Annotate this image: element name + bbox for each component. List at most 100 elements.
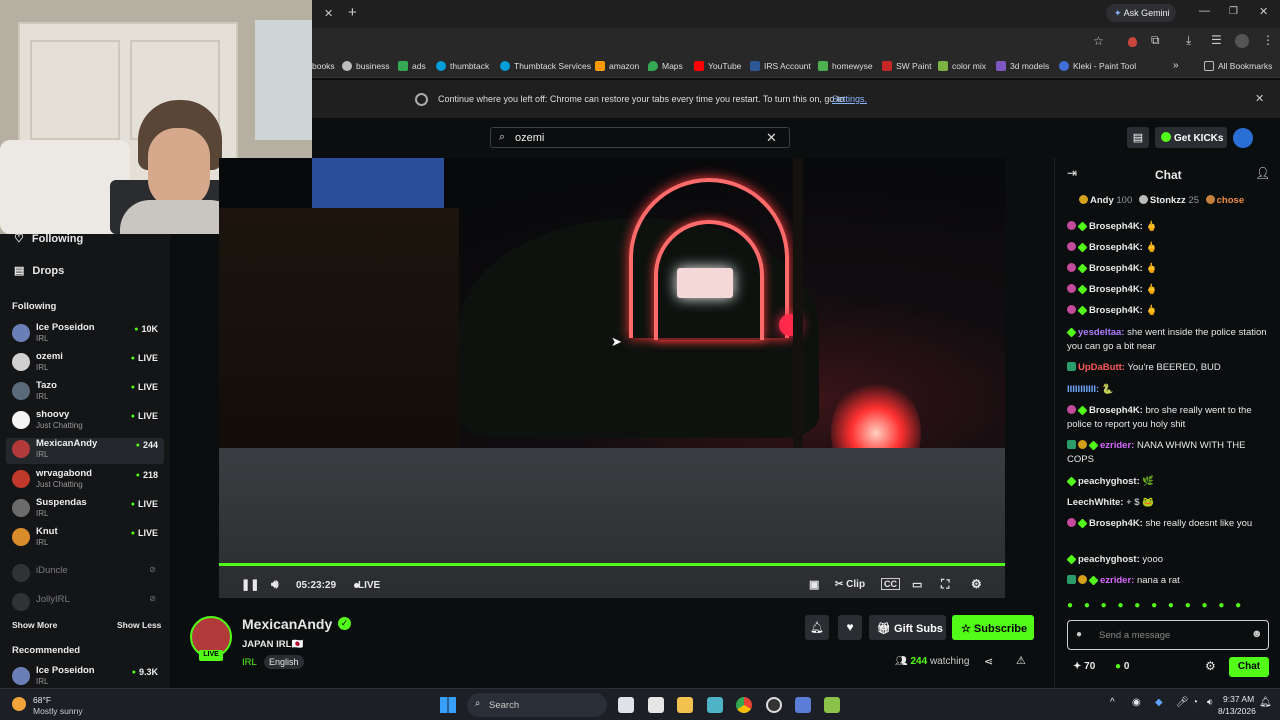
fullscreen-icon[interactable]: ⛶ — [941, 577, 949, 592]
windows-start-icon[interactable] — [440, 697, 456, 713]
tray-app-icon[interactable]: ◆ — [1155, 697, 1163, 708]
task-view-icon[interactable] — [618, 697, 634, 713]
sidebar-channel-ice-poseidon[interactable]: Ice Poseidon IRL 10K — [10, 322, 160, 348]
bookmark-thumbtack-services[interactable]: Thumbtack Services — [500, 61, 591, 71]
extension-red-icon[interactable] — [1128, 37, 1137, 47]
layout-toggle-button[interactable]: ▤ — [1127, 127, 1149, 148]
search-box[interactable]: ⌕ ozemi ✕ — [490, 127, 790, 148]
gift-subs-button[interactable]: 🎁︎ Gift Subs — [869, 615, 946, 640]
report-icon[interactable]: ⚠ — [1016, 654, 1026, 667]
bookmark-homewyse[interactable]: homewyse — [818, 61, 873, 71]
video-player[interactable]: ➤ — [219, 158, 1005, 598]
chrome-icon[interactable] — [736, 697, 752, 713]
sidebar-channel-ozemi[interactable]: ozemi IRL LIVE — [10, 351, 160, 377]
new-tab-button[interactable]: + — [348, 4, 357, 21]
chat-settings-icon[interactable]: ⚙ — [1205, 659, 1216, 673]
notification-bell-button[interactable]: 🔔︎ — [805, 615, 829, 640]
sidebar-channel-jollyirl[interactable]: JollyIRL ⊘ — [10, 591, 160, 617]
kicks-balance[interactable]: ● 0 — [1115, 661, 1129, 672]
wifi-icon[interactable]: ◔ — [1192, 697, 1198, 708]
tray-overflow-icon[interactable]: ^ — [1110, 697, 1115, 708]
emoji-icon[interactable]: ☻ — [1251, 628, 1263, 640]
share-icon[interactable]: ⋖ — [984, 655, 993, 668]
profile-avatar[interactable] — [1235, 34, 1249, 48]
clear-search-icon[interactable]: ✕ — [766, 130, 777, 146]
bookmark-color-mix[interactable]: color mix — [938, 61, 986, 71]
chat-send-button[interactable]: Chat — [1229, 657, 1269, 677]
bookmark-kleki[interactable]: Kleki - Paint Tool — [1059, 61, 1136, 71]
weather-temp[interactable]: 68°F — [33, 695, 51, 705]
bookmark-irs-account[interactable]: IRS Account — [750, 61, 811, 71]
app-icon[interactable] — [707, 697, 723, 713]
bookmark-books[interactable]: books — [312, 61, 335, 71]
bookmark-business[interactable]: business — [342, 61, 390, 71]
clock-time[interactable]: 9:37 AM — [1223, 694, 1254, 704]
bookmark-maps[interactable]: Maps — [648, 61, 683, 71]
clock-date[interactable]: 8/13/2026 — [1218, 706, 1256, 716]
bookmarks-overflow-icon[interactable]: » — [1173, 60, 1179, 71]
obs-icon[interactable] — [766, 697, 782, 713]
get-kicks-button[interactable]: Get KICKs — [1155, 127, 1227, 148]
bookmark-amazon[interactable]: amazon — [595, 61, 639, 71]
tray-app-icon[interactable]: ◉ — [1132, 697, 1141, 708]
reading-list-icon[interactable]: ☰ — [1211, 33, 1222, 47]
bookmark-youtube[interactable]: YouTube — [694, 61, 741, 71]
chat-input-box[interactable]: ● Send a message ☻ — [1067, 620, 1269, 650]
show-more-button[interactable]: Show More — [12, 620, 57, 630]
taskbar-search[interactable]: ⌕ Search — [467, 693, 607, 717]
file-explorer-icon[interactable] — [677, 697, 693, 713]
close-banner-icon[interactable]: ✕ — [1255, 92, 1264, 105]
sidebar-channel-suspendas[interactable]: Suspendas IRL LIVE — [10, 497, 160, 523]
ask-gemini-button[interactable]: ✦ Ask Gemini — [1106, 4, 1176, 22]
collapse-chat-icon[interactable]: ⇥ — [1067, 166, 1077, 180]
live-label[interactable]: LIVE — [358, 580, 380, 591]
theater-mode-icon[interactable]: ▣ — [809, 578, 819, 591]
notepad-icon[interactable] — [648, 697, 664, 713]
weather-icon[interactable] — [12, 697, 26, 711]
sidebar-channel-iduncle[interactable]: iDuncle ⊘ — [10, 562, 160, 588]
settings-link[interactable]: Settings. — [832, 94, 867, 104]
follow-heart-button[interactable]: ♥ — [838, 615, 862, 640]
captions-icon[interactable]: CC — [881, 578, 900, 590]
bookmark-thumbtack[interactable]: thumbtack — [436, 61, 489, 71]
volume-icon[interactable]: 🔊︎ — [271, 577, 279, 592]
bookmark-star-icon[interactable]: ☆ — [1093, 34, 1104, 48]
calculator-icon[interactable] — [795, 697, 811, 713]
sidebar-nav-drops[interactable]: ▤ Drops — [14, 264, 64, 277]
bookmark-sw-paint[interactable]: SW Paint — [882, 61, 931, 71]
stack-app-icon[interactable] — [824, 697, 840, 713]
sidebar-channel-mexicanandy[interactable]: MexicanAndy IRL 244 — [6, 438, 164, 464]
restore-icon[interactable]: ❐ — [1229, 6, 1238, 17]
chat-message-input[interactable]: Send a message — [1099, 630, 1170, 641]
sidebar-channel-wrvagabond[interactable]: wrvagabond Just Chatting 218 — [10, 468, 160, 494]
notifications-icon[interactable]: 🔔︎ — [1259, 697, 1272, 708]
language-tag[interactable]: English — [264, 655, 304, 669]
download-icon[interactable]: ⤓ — [1186, 33, 1191, 48]
search-input[interactable]: ozemi — [515, 132, 544, 144]
settings-gear-icon[interactable]: ⚙ — [971, 577, 982, 591]
sidebar-channel-tazo[interactable]: Tazo IRL LIVE — [10, 380, 160, 406]
pause-icon[interactable]: ❚❚ — [241, 578, 259, 591]
channel-points[interactable]: ✦ 70 — [1073, 661, 1095, 672]
chat-identity-icon[interactable]: ● — [1076, 629, 1082, 640]
clip-button[interactable]: ✂ Clip — [835, 579, 865, 590]
close-window-icon[interactable]: ✕ — [1259, 5, 1268, 18]
volume-tray-icon[interactable]: 🔉︎ — [1207, 697, 1213, 708]
show-less-button[interactable]: Show Less — [117, 620, 161, 630]
minimize-icon[interactable]: — — [1199, 5, 1210, 17]
streamer-name[interactable]: MexicanAndy — [242, 616, 332, 632]
chat-users-icon[interactable]: 👤︎ — [1255, 166, 1270, 180]
chrome-menu-icon[interactable]: ⋮ — [1262, 33, 1274, 47]
bookmark-ads[interactable]: ads — [398, 61, 426, 71]
microphone-icon[interactable]: 🎤︎ — [1176, 697, 1189, 708]
all-bookmarks-button[interactable]: All Bookmarks — [1204, 61, 1272, 71]
sidebar-channel-shoovy[interactable]: shoovy Just Chatting LIVE — [10, 409, 160, 435]
subscribe-button[interactable]: ☆ Subscribe — [952, 615, 1034, 640]
extensions-puzzle-icon[interactable]: ⧉ — [1151, 33, 1160, 48]
bookmark-3d-models[interactable]: 3d models — [996, 61, 1049, 71]
sidebar-channel-knut[interactable]: Knut IRL LIVE — [10, 526, 160, 552]
user-avatar[interactable] — [1233, 128, 1253, 148]
miniplayer-icon[interactable]: ▭ — [912, 578, 922, 591]
close-tab-icon[interactable]: ✕ — [324, 7, 333, 20]
category-link[interactable]: IRL — [242, 657, 257, 668]
